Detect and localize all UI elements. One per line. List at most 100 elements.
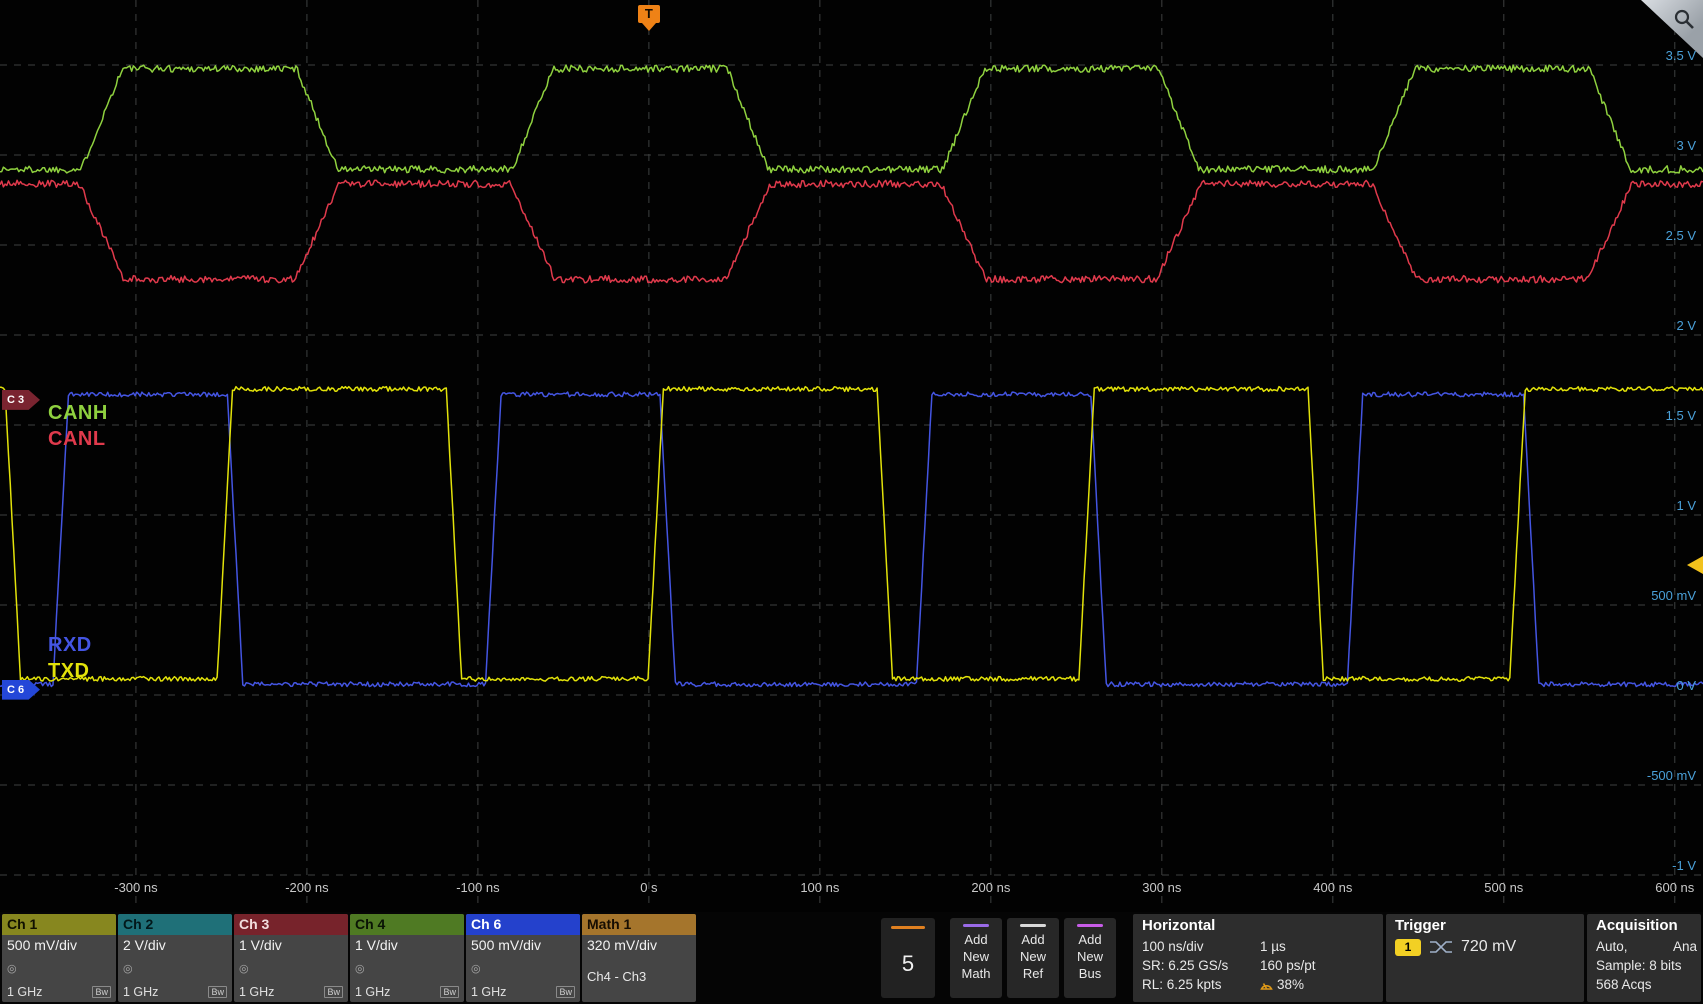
time-tick-label: 0 s [604, 880, 694, 895]
txd-trace-label: TXD [48, 660, 90, 683]
voltage-tick-label: 1.5 V [1570, 408, 1696, 423]
voltage-tick-label: 500 mV [1570, 588, 1696, 603]
record-length: RL: 6.25 kpts [1142, 975, 1260, 994]
probe-icon: ◎ [239, 963, 249, 975]
channel-badges: Ch 1 500 mV/div ◎ 1 GHz Bw Ch 2 2 V/div … [2, 914, 696, 1002]
add-new-bus-button[interactable]: Add New Bus [1064, 918, 1116, 998]
voltage-tick-label: -500 mV [1570, 768, 1696, 783]
channel-scale: 1 V/div [355, 937, 459, 953]
math-accent-icon [963, 924, 989, 927]
waveform-display[interactable] [0, 0, 1703, 912]
time-tick-label: -300 ns [91, 880, 181, 895]
add-new-math-label: Add New Math [954, 931, 998, 982]
channel-badge-ch1[interactable]: Ch 1 500 mV/div ◎ 1 GHz Bw [2, 914, 116, 1002]
horizontal-window: 1 µs [1260, 937, 1286, 956]
probe-icon: ◎ [355, 963, 365, 975]
channel-bandwidth: 1 GHz [7, 985, 42, 999]
probe-icon: ◎ [123, 963, 133, 975]
time-tick-label: 600 ns [1630, 880, 1703, 895]
trace-canl [0, 180, 1703, 283]
channel-badge-ch4[interactable]: Ch 4 1 V/div ◎ 1 GHz Bw [350, 914, 464, 1002]
time-tick-label: -100 ns [433, 880, 523, 895]
math-badge-header: Math 1 [582, 914, 696, 935]
acquisition-count: 568 Acqs [1596, 975, 1652, 994]
compression-percent: 38% [1277, 975, 1304, 994]
waveform-traces [0, 65, 1703, 687]
time-tick-label: 300 ns [1117, 880, 1207, 895]
trigger-flag-icon: T [638, 5, 660, 23]
ref-accent-icon [1020, 924, 1046, 927]
sample-rate: SR: 6.25 GS/s [1142, 956, 1260, 975]
trigger-level: 720 mV [1461, 938, 1516, 956]
trigger-title: Trigger [1395, 917, 1575, 934]
channel-scale: 500 mV/div [471, 937, 575, 953]
acquisition-mode: Auto, [1596, 937, 1628, 956]
add-new-bus-label: Add New Bus [1068, 931, 1112, 982]
channel-badge-header: Ch 4 [350, 914, 464, 935]
time-tick-label: 100 ns [775, 880, 865, 895]
compression-gauge-icon [1260, 978, 1273, 991]
graticule-grid [0, 0, 1703, 908]
channel-scale: 2 V/div [123, 937, 227, 953]
canl-trace-label: CANL [48, 428, 106, 451]
math-badge[interactable]: Math 1 320 mV/div Ch4 - Ch3 [582, 914, 696, 1002]
trace-rxd [0, 392, 1703, 686]
trigger-flag-pointer-icon [642, 23, 656, 31]
add-new-ref-button[interactable]: Add New Ref [1007, 918, 1059, 998]
voltage-tick-label: 3 V [1570, 138, 1696, 153]
acquisition-sample-depth: Sample: 8 bits [1596, 956, 1682, 975]
channel-bandwidth: 1 GHz [355, 985, 390, 999]
channel-bandwidth: 1 GHz [471, 985, 506, 999]
add-new-buttons: Add New Math Add New Ref Add New Bus [950, 918, 1116, 998]
canh-trace-label: CANH [48, 402, 108, 425]
time-tick-label: 500 ns [1459, 880, 1549, 895]
bandwidth-limit-icon: Bw [556, 986, 575, 998]
voltage-tick-label: 1 V [1570, 498, 1696, 513]
trace-canh [0, 65, 1703, 173]
voltage-tick-label: 2.5 V [1570, 228, 1696, 243]
channel-badge-ch2[interactable]: Ch 2 2 V/div ◎ 1 GHz Bw [118, 914, 232, 1002]
bandwidth-limit-icon: Bw [92, 986, 111, 998]
bus-accent-icon [1077, 924, 1103, 927]
channel-badge-ch3[interactable]: Ch 3 1 V/div ◎ 1 GHz Bw [234, 914, 348, 1002]
trigger-badge[interactable]: Trigger 1 720 mV [1386, 914, 1584, 1002]
acquisition-title: Acquisition [1596, 917, 1697, 934]
voltage-tick-label: -1 V [1570, 858, 1696, 873]
acquisition-mode-extra: Ana [1673, 937, 1697, 956]
channel-scale: 500 mV/div [7, 937, 111, 953]
channel-scale: 1 V/div [239, 937, 343, 953]
magnifier-icon [1673, 8, 1695, 30]
trace-txd [0, 387, 1703, 682]
channel-badge-ch6[interactable]: Ch 6 500 mV/div ◎ 1 GHz Bw [466, 914, 580, 1002]
voltage-tick-label: 2 V [1570, 318, 1696, 333]
trigger-source-badge: 1 [1395, 939, 1421, 956]
voltage-tick-label: 3.5 V [1570, 48, 1696, 63]
add-new-math-button[interactable]: Add New Math [950, 918, 1002, 998]
oscilloscope-screen: -300 ns-200 ns-100 ns0 s100 ns200 ns300 … [0, 0, 1703, 1004]
time-tick-label: 400 ns [1288, 880, 1378, 895]
collapsed-badges-counter[interactable]: 5 [881, 918, 935, 998]
channel-badge-header: Ch 2 [118, 914, 232, 935]
trigger-position-marker[interactable]: T [638, 5, 660, 31]
rxd-trace-label: RXD [48, 634, 92, 657]
add-new-ref-label: Add New Ref [1011, 931, 1055, 982]
horizontal-scale: 100 ns/div [1142, 937, 1260, 956]
acquisition-badge[interactable]: Acquisition Auto, Ana Sample: 8 bits 568… [1587, 914, 1701, 1002]
trigger-level-arrow-icon[interactable] [1687, 556, 1703, 574]
bandwidth-limit-icon: Bw [324, 986, 343, 998]
math-scale: 320 mV/div [587, 937, 691, 953]
channel-bandwidth: 1 GHz [239, 985, 274, 999]
bandwidth-limit-icon: Bw [208, 986, 227, 998]
probe-icon: ◎ [471, 963, 481, 975]
collapsed-counter-value: 5 [902, 929, 914, 998]
horizontal-title: Horizontal [1142, 917, 1374, 934]
channel-badge-header: Ch 1 [2, 914, 116, 935]
horizontal-badge[interactable]: Horizontal 100 ns/div 1 µs SR: 6.25 GS/s… [1133, 914, 1383, 1002]
probe-icon: ◎ [7, 963, 17, 975]
channel-bandwidth: 1 GHz [123, 985, 158, 999]
voltage-tick-label: 0 V [1570, 678, 1696, 693]
channel-badge-header: Ch 6 [466, 914, 580, 935]
math-source: Ch4 - Ch3 [587, 969, 691, 984]
bandwidth-limit-icon: Bw [440, 986, 459, 998]
trigger-slope-icon [1429, 939, 1453, 955]
